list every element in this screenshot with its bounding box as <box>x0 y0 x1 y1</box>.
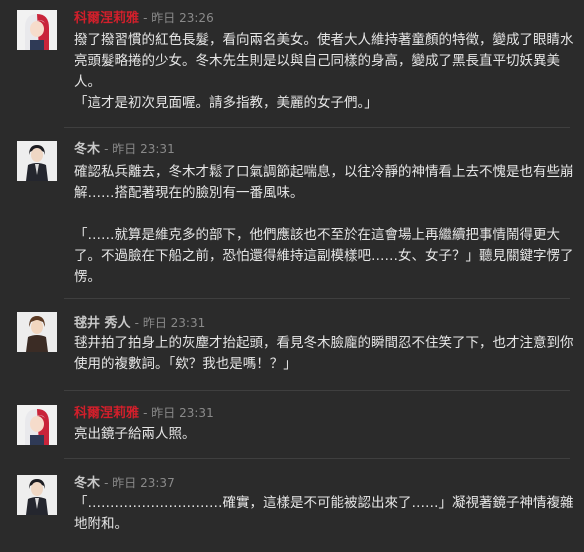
dark-suit-man-avatar <box>17 475 57 515</box>
timestamp: - 昨日 23:31 <box>134 316 206 330</box>
message-body: 毬井拍了拍身上的灰塵才抬起頭，看見冬木臉龐的瞬間忍不住笑了下，也才注意到你使用的… <box>74 333 574 375</box>
chat-message: 冬木 - 昨日 23:37 「…………………………確實，這樣是不可能被認出來了…… <box>0 459 584 552</box>
message-body: 撥了撥習慣的紅色長髮，看向兩名美女。使者大人維持著童顏的特徵，變成了眼睛水亮頭髮… <box>74 30 574 114</box>
dark-suit-man-avatar <box>17 141 57 181</box>
author-name[interactable]: 冬木 <box>74 142 100 157</box>
message-paragraph: 亮出鏡子給兩人照。 <box>74 426 196 442</box>
chat-message: 科爾涅莉雅 - 昨日 23:31 亮出鏡子給兩人照。 <box>0 391 584 457</box>
author-name[interactable]: 冬木 <box>74 476 100 491</box>
white-red-hair-girl-avatar <box>17 405 57 445</box>
avatar[interactable] <box>17 312 57 352</box>
message-paragraph: 確認私兵離去，冬木才鬆了口氣調節起喘息，以往冷靜的神情看上去不愧是也有些崩解……… <box>74 164 574 201</box>
timestamp: - 昨日 23:37 <box>104 476 175 490</box>
message-header: 冬木 - 昨日 23:37 <box>74 474 175 492</box>
brown-hair-boy-avatar <box>17 312 57 352</box>
author-name[interactable]: 毬井 秀人 <box>74 316 131 331</box>
avatar[interactable] <box>17 10 57 50</box>
message-paragraph: 撥了撥習慣的紅色長髮，看向兩名美女。使者大人維持著童顏的特徵，變成了眼睛水亮頭髮… <box>74 32 574 111</box>
timestamp: - 昨日 23:31 <box>143 406 214 420</box>
message-header: 冬木 - 昨日 23:31 <box>74 140 175 158</box>
chat-message: 毬井 秀人 - 昨日 23:31 毬井拍了拍身上的灰塵才抬起頭，看見冬木臉龐的瞬… <box>0 299 584 388</box>
chat-message: 冬木 - 昨日 23:31 確認私兵離去，冬木才鬆了口氣調節起喘息，以往冷靜的神… <box>0 128 584 297</box>
message-body: 確認私兵離去，冬木才鬆了口氣調節起喘息，以往冷靜的神情看上去不愧是也有些崩解……… <box>74 162 574 288</box>
avatar[interactable] <box>17 475 57 515</box>
timestamp: - 昨日 23:26 <box>143 11 214 25</box>
message-paragraph: 「…………………………確實，這樣是不可能被認出來了……」凝視著鏡子神情複雜地附和… <box>74 495 574 532</box>
message-paragraph: 毬井拍了拍身上的灰塵才抬起頭，看見冬木臉龐的瞬間忍不住笑了下，也才注意到你使用的… <box>74 335 574 372</box>
avatar[interactable] <box>17 405 57 445</box>
message-paragraph: 「……就算是維克多的部下，他們應該也不至於在這會場上再繼續把事情鬧得更大了。不過… <box>74 227 574 285</box>
message-body: 「…………………………確實，這樣是不可能被認出來了……」凝視著鏡子神情複雜地附和… <box>74 493 574 535</box>
timestamp: - 昨日 23:31 <box>104 142 175 156</box>
message-header: 科爾涅莉雅 - 昨日 23:26 <box>74 9 214 27</box>
chat-message: 科爾涅莉雅 - 昨日 23:26 撥了撥習慣的紅色長髮，看向兩名美女。使者大人維… <box>0 0 584 127</box>
avatar[interactable] <box>17 141 57 181</box>
message-header: 毬井 秀人 - 昨日 23:31 <box>74 314 205 332</box>
author-name[interactable]: 科爾涅莉雅 <box>74 406 139 421</box>
author-name[interactable]: 科爾涅莉雅 <box>74 11 139 26</box>
message-body: 亮出鏡子給兩人照。 <box>74 424 574 445</box>
chat-log: 科爾涅莉雅 - 昨日 23:26 撥了撥習慣的紅色長髮，看向兩名美女。使者大人維… <box>0 0 584 552</box>
white-red-hair-girl-avatar <box>17 10 57 50</box>
message-header: 科爾涅莉雅 - 昨日 23:31 <box>74 404 214 422</box>
